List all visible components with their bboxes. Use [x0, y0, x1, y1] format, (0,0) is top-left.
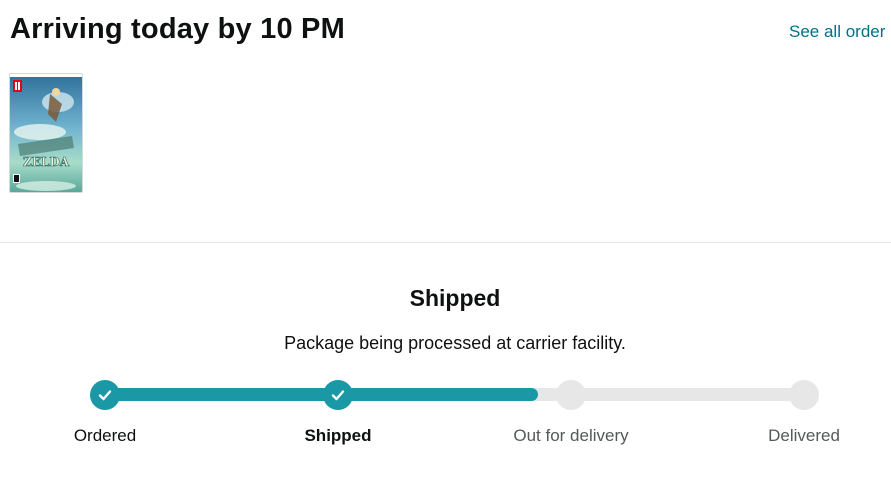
see-all-orders-link[interactable]: See all order	[789, 22, 885, 42]
step-delivered-label: Delivered	[768, 426, 840, 445]
checkmark-icon	[331, 390, 345, 401]
game-box-art-icon: ZELDA	[10, 74, 82, 192]
box-brand-text: ZELDA	[23, 155, 70, 169]
step-ordered-indicator	[90, 380, 120, 410]
progress-fill	[104, 388, 538, 401]
step-out-for-delivery-label: Out for delivery	[513, 426, 629, 445]
step-shipped-indicator	[323, 380, 353, 410]
step-ordered-label: Ordered	[73, 426, 137, 445]
product-thumbnail[interactable]: ZELDA	[9, 73, 83, 193]
section-divider	[0, 242, 891, 243]
step-delivered-indicator	[789, 380, 819, 410]
step-shipped-label: Shipped	[304, 426, 372, 445]
shipment-status-detail: Package being processed at carrier facil…	[284, 333, 626, 353]
shipment-status-title: Shipped	[409, 285, 501, 311]
arrival-heading: Arriving today by 10 PM	[10, 13, 345, 45]
checkmark-icon	[98, 390, 112, 401]
step-out-for-delivery-indicator	[556, 380, 586, 410]
order-tracking-page: Arriving today by 10 PM See all order ZE…	[0, 0, 891, 477]
